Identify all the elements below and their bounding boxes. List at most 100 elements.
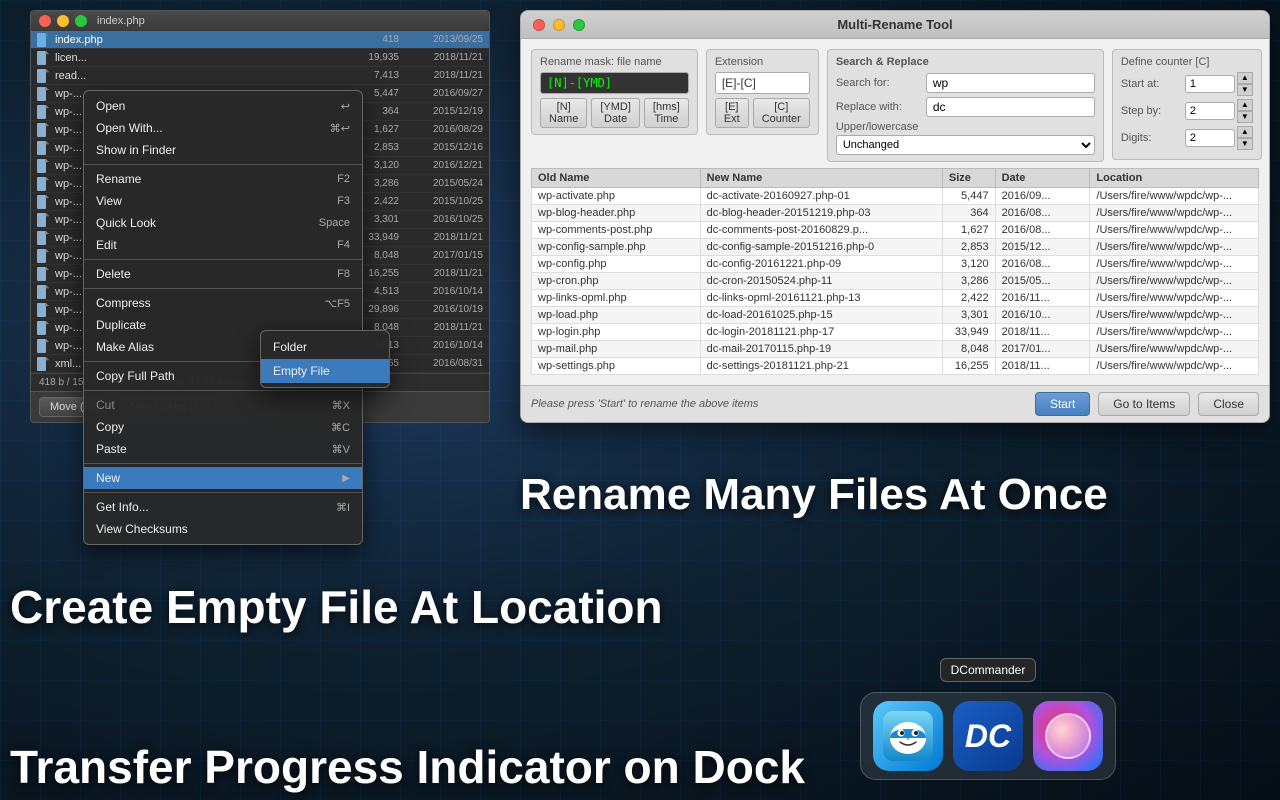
- submenu-item-empty-file[interactable]: Empty File: [261, 359, 389, 383]
- cm-item-label: Compress: [96, 296, 324, 310]
- cm-item-rename[interactable]: Rename F2: [84, 168, 362, 190]
- rt-table-row[interactable]: wp-comments-post.php dc-comments-post-20…: [532, 222, 1259, 239]
- cm-item-edit[interactable]: Edit F4: [84, 234, 362, 256]
- rt-btn-c-counter[interactable]: [C] Counter: [753, 98, 810, 128]
- rt-mask-input[interactable]: [540, 72, 689, 94]
- cm-item-view[interactable]: View F3: [84, 190, 362, 212]
- cm-item-copy[interactable]: Copy ⌘C: [84, 416, 362, 438]
- file-date: 2018/11/21: [403, 322, 483, 333]
- rt-start-at-down[interactable]: ▼: [1237, 84, 1253, 96]
- rt-table-row[interactable]: wp-links-opml.php dc-links-opml-20161121…: [532, 290, 1259, 307]
- rt-table-row[interactable]: wp-load.php dc-load-20161025.php-15 3,30…: [532, 307, 1259, 324]
- cm-item-label: Cut: [96, 398, 332, 412]
- rt-btn-ymd-date[interactable]: [YMD] Date: [591, 98, 640, 128]
- rt-step-by-input[interactable]: [1185, 102, 1235, 120]
- rt-file-date: 2016/09...: [995, 188, 1090, 205]
- fm-file-row[interactable]: read... 7,413 2018/11/21: [31, 67, 489, 85]
- context-menu: Open ↩ Open With... ⌘↩ Show in Finder Re…: [83, 90, 363, 545]
- file-icon: [37, 357, 51, 371]
- rt-new-name: dc-config-20161221.php-09: [700, 256, 942, 273]
- rt-start-at-input[interactable]: [1185, 75, 1235, 93]
- rt-table-row[interactable]: wp-cron.php dc-cron-20150524.php-11 3,28…: [532, 273, 1259, 290]
- rt-table-row[interactable]: wp-config.php dc-config-20161221.php-09 …: [532, 256, 1259, 273]
- rt-search-section: Search & Replace Search for: Replace wit…: [827, 49, 1104, 162]
- fm-minimize-button[interactable]: [57, 15, 69, 27]
- rt-file-date: 2016/08...: [995, 205, 1090, 222]
- rt-btn-hms-time[interactable]: [hms] Time: [644, 98, 689, 128]
- rt-table-row[interactable]: wp-login.php dc-login-20181121.php-17 33…: [532, 324, 1259, 341]
- file-size: 19,935: [344, 52, 399, 63]
- file-icon: [37, 213, 51, 227]
- dock-icon-finder[interactable]: [873, 701, 943, 771]
- rt-new-name: dc-blog-header-20151219.php-03: [700, 205, 942, 222]
- rt-old-name: wp-config-sample.php: [532, 239, 701, 256]
- cm-item-open[interactable]: Open ↩: [84, 95, 362, 117]
- rt-file-size: 2,422: [942, 290, 995, 307]
- rt-file-location: /Users/fire/www/wpdc/wp-...: [1090, 290, 1259, 307]
- cm-item-shortcut: ↩: [341, 100, 350, 113]
- rt-file-location: /Users/fire/www/wpdc/wp-...: [1090, 341, 1259, 358]
- rt-table-row[interactable]: wp-activate.php dc-activate-20160927.php…: [532, 188, 1259, 205]
- rt-start-at-label: Start at:: [1121, 78, 1185, 90]
- rt-ext-input[interactable]: [715, 72, 810, 94]
- cm-item-shortcut: F2: [337, 173, 350, 185]
- dock-icon-siri[interactable]: [1033, 701, 1103, 771]
- file-icon: [37, 267, 51, 281]
- fm-close-button[interactable]: [39, 15, 51, 27]
- cm-item-label: Copy: [96, 420, 331, 434]
- rt-go-to-items-button[interactable]: Go to Items: [1098, 392, 1190, 416]
- rt-table-row[interactable]: wp-config-sample.php dc-config-sample-20…: [532, 239, 1259, 256]
- rt-old-name: wp-blog-header.php: [532, 205, 701, 222]
- file-date: 2018/11/21: [403, 70, 483, 81]
- rt-replace-input[interactable]: [926, 97, 1095, 117]
- cm-item-label: Open With...: [96, 121, 330, 135]
- rt-new-name: dc-mail-20170115.php-19: [700, 341, 942, 358]
- cm-item-paste[interactable]: Paste ⌘V: [84, 438, 362, 460]
- cm-item-show-in-finder[interactable]: Show in Finder: [84, 139, 362, 161]
- cm-item-get-info...[interactable]: Get Info... ⌘I: [84, 496, 362, 518]
- dock-icon-dcommander[interactable]: DC: [953, 701, 1023, 771]
- rt-digits-down[interactable]: ▼: [1237, 138, 1253, 150]
- file-date: 2016/08/31: [403, 358, 483, 369]
- rt-step-by-down[interactable]: ▼: [1237, 111, 1253, 123]
- rt-uppercase-select[interactable]: Unchanged: [836, 135, 1095, 155]
- rt-table-row[interactable]: wp-blog-header.php dc-blog-header-201512…: [532, 205, 1259, 222]
- rt-digits-up[interactable]: ▲: [1237, 126, 1253, 138]
- file-date: 2015/12/19: [403, 106, 483, 117]
- rt-footer-msg: Please press 'Start' to rename the above…: [531, 398, 1027, 410]
- rt-start-at-up[interactable]: ▲: [1237, 72, 1253, 84]
- rt-search-for-input[interactable]: [926, 73, 1095, 93]
- submenu-item-folder[interactable]: Folder: [261, 335, 389, 359]
- rt-step-by-label: Step by:: [1121, 105, 1185, 117]
- rt-close-button[interactable]: Close: [1198, 392, 1259, 416]
- rt-search-for-row: Search for:: [836, 73, 1095, 93]
- fm-file-row[interactable]: licen... 19,935 2018/11/21: [31, 49, 489, 67]
- cm-item-view-checksums[interactable]: View Checksums: [84, 518, 362, 540]
- cm-item-shortcut: ⌥F5: [324, 297, 350, 310]
- rt-search-title: Search & Replace: [836, 56, 1095, 68]
- rt-uppercase-select-row: Unchanged: [836, 135, 1095, 155]
- cm-item-cut[interactable]: Cut ⌘X: [84, 394, 362, 416]
- rt-start-button[interactable]: Start: [1035, 392, 1090, 416]
- rt-btn-e-ext[interactable]: [E] Ext: [715, 98, 749, 128]
- cm-item-delete[interactable]: Delete F8: [84, 263, 362, 285]
- rt-new-name: dc-settings-20181121.php-21: [700, 358, 942, 375]
- rt-table-row[interactable]: wp-mail.php dc-mail-20170115.php-19 8,04…: [532, 341, 1259, 358]
- cm-item-quick-look[interactable]: Quick Look Space: [84, 212, 362, 234]
- rt-file-size: 3,301: [942, 307, 995, 324]
- cm-item-label: Rename: [96, 172, 337, 186]
- rt-step-by-up[interactable]: ▲: [1237, 99, 1253, 111]
- dock-icons-container: DC: [860, 692, 1116, 780]
- cm-item-new[interactable]: New ▶: [84, 467, 362, 489]
- rt-table-row[interactable]: wp-settings.php dc-settings-20181121.php…: [532, 358, 1259, 375]
- fm-maximize-button[interactable]: [75, 15, 87, 27]
- cm-item-compress[interactable]: Compress ⌥F5: [84, 292, 362, 314]
- cm-item-shortcut: ⌘C: [331, 421, 350, 434]
- rt-btn-n-name[interactable]: [N] Name: [540, 98, 587, 128]
- rt-old-name: wp-links-opml.php: [532, 290, 701, 307]
- rt-file-location: /Users/fire/www/wpdc/wp-...: [1090, 188, 1259, 205]
- rt-digits-input[interactable]: [1185, 129, 1235, 147]
- cm-item-open-with...[interactable]: Open With... ⌘↩: [84, 117, 362, 139]
- rt-new-name: dc-load-20161025.php-15: [700, 307, 942, 324]
- fm-file-row[interactable]: index.php 418 2013/09/25: [31, 31, 489, 49]
